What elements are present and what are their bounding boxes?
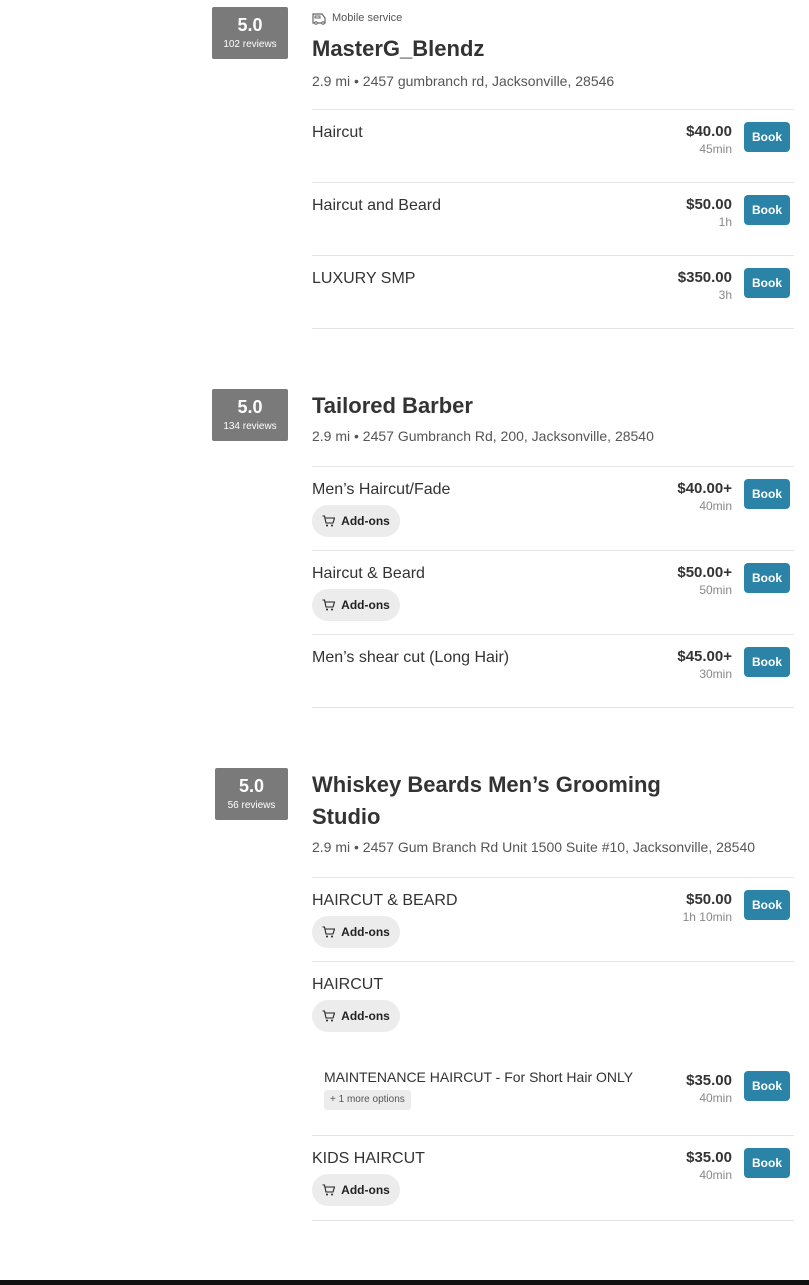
addons-button[interactable]: Add-ons [312,916,400,948]
review-count: 56 reviews [227,800,276,811]
shop-name[interactable]: Tailored Barber [312,390,794,422]
service-name: HAIRCUT [312,976,384,993]
service-name: Haircut and Beard [312,197,441,214]
service-name: Men’s Haircut/Fade [312,481,451,498]
service-duration: 1h [718,215,732,229]
service-name: Haircut & Beard [312,565,425,582]
service-row: Haircut and Beard $50.00 1h Book [312,183,794,256]
shop-name-line1: Whiskey Beards Men’s Grooming [312,772,661,797]
shop-info: Tailored Barber 2.9 mi • 2457 Gumbranch … [312,390,794,446]
book-button[interactable]: Book [744,647,790,677]
cart-icon [322,926,336,938]
cart-icon [322,515,336,527]
service-row: HAIRCUT & BEARD $50.00 1h 10min Book Add… [312,878,794,962]
cart-icon [322,599,336,611]
rating-badge: 5.0 102 reviews [212,7,288,59]
addons-label: Add-ons [341,598,390,612]
rating-score: 5.0 [237,397,263,417]
mobile-service-tag: Mobile service [312,9,794,27]
book-button[interactable]: Book [744,195,790,225]
service-list: Men’s Haircut/Fade $40.00+ 40min Book Ad… [312,466,794,708]
service-name: Haircut [312,124,363,141]
addons-button[interactable]: Add-ons [312,1174,400,1206]
service-price: $350.00 [677,269,732,286]
book-button[interactable]: Book [744,122,790,152]
cart-icon [322,1010,336,1022]
review-count: 102 reviews [223,39,277,50]
service-list: Haircut $40.00 45min Book Haircut and Be… [312,109,794,329]
service-price: $50.00 [686,196,732,213]
service-duration: 45min [699,142,732,156]
shop-info: Whiskey Beards Men’s Grooming Studio 2.9… [312,769,794,857]
addons-button[interactable]: Add-ons [312,505,400,537]
addons-button[interactable]: Add-ons [312,1000,400,1032]
rating-badge: 5.0 56 reviews [215,768,288,820]
book-button[interactable]: Book [744,563,790,593]
service-row: Men’s shear cut (Long Hair) $45.00+ 30mi… [312,635,794,708]
book-button[interactable]: Book [744,479,790,509]
addons-button[interactable]: Add-ons [312,589,400,621]
shop-info: Mobile service MasterG_Blendz 2.9 mi • 2… [312,9,794,91]
book-button[interactable]: Book [744,1071,790,1101]
review-count: 134 reviews [223,421,277,432]
service-duration: 30min [699,667,732,681]
service-name: HAIRCUT & BEARD [312,892,458,909]
service-duration: 1h 10min [682,910,732,924]
service-price: $35.00 [686,1072,732,1089]
bottom-bar [0,1280,809,1285]
shop-address: 2.9 mi • 2457 Gum Branch Rd Unit 1500 Su… [312,839,756,855]
service-price: $50.00 [686,891,732,908]
service-price: $50.00+ [677,564,732,581]
cart-icon [322,1184,336,1196]
service-name: Men’s shear cut (Long Hair) [312,649,510,666]
shop-name[interactable]: MasterG_Blendz [312,33,794,65]
addons-label: Add-ons [341,925,390,939]
addons-label: Add-ons [341,1009,390,1023]
service-duration: 40min [699,1168,732,1182]
service-price: $40.00 [686,123,732,140]
book-button[interactable]: Book [744,268,790,298]
service-row: Men’s Haircut/Fade $40.00+ 40min Book Ad… [312,467,794,551]
service-duration: 3h [718,288,732,302]
service-group-row: HAIRCUT Add-ons MAINTENANCE HAIRCUT - Fo… [312,962,794,1136]
service-name: LUXURY SMP [312,270,416,287]
rating-score: 5.0 [238,776,265,796]
service-row: Haircut & Beard $50.00+ 50min Book Add-o… [312,551,794,635]
shop-address: 2.9 mi • 2457 gumbranch rd, Jacksonville… [312,73,615,89]
van-icon [312,12,326,25]
service-price: $45.00+ [677,648,732,665]
service-row: KIDS HAIRCUT $35.00 40min Book Add-ons [312,1136,794,1221]
rating-badge: 5.0 134 reviews [212,389,288,441]
service-row: LUXURY SMP $350.00 3h Book [312,256,794,329]
service-price: $40.00+ [677,480,732,497]
service-duration: 40min [699,1091,732,1105]
book-button[interactable]: Book [744,1148,790,1178]
shop-name[interactable]: Whiskey Beards Men’s Grooming Studio [312,769,794,833]
book-button[interactable]: Book [744,890,790,920]
rating-score: 5.0 [237,15,263,35]
service-row: Haircut $40.00 45min Book [312,110,794,183]
addons-label: Add-ons [341,1183,390,1197]
shop-address: 2.9 mi • 2457 Gumbranch Rd, 200, Jackson… [312,428,654,444]
shop-name-line2: Studio [312,804,381,829]
addons-label: Add-ons [341,514,390,528]
service-name: KIDS HAIRCUT [312,1150,425,1167]
service-duration: 50min [699,583,732,597]
service-duration: 40min [699,499,732,513]
service-price: $35.00 [686,1149,732,1166]
sub-service-pricing: $35.00 40min Book [312,1068,794,1108]
service-list: HAIRCUT & BEARD $50.00 1h 10min Book Add… [312,877,794,1221]
mobile-service-label: Mobile service [332,12,403,24]
